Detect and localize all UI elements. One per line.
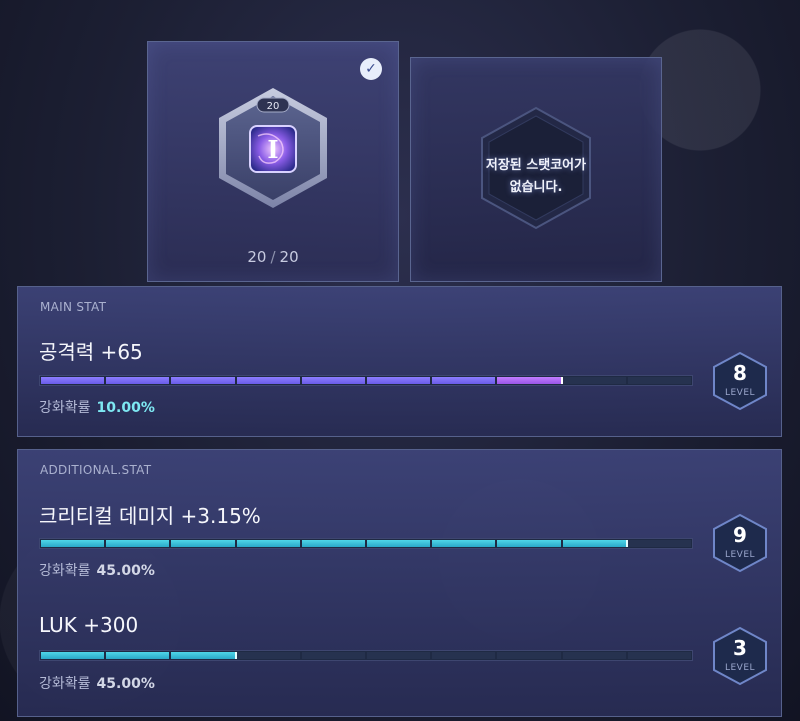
progress-segment <box>236 540 300 547</box>
progress-segment <box>432 540 496 547</box>
additional-stat-probability-1: 강화확률 45.00% <box>39 560 155 580</box>
additional-stat-probability-2: 강화확률 45.00% <box>39 673 155 693</box>
level-number: 8 <box>733 361 747 385</box>
saved-core-slot-empty[interactable]: 저장된 스탯코어가 없습니다. <box>410 57 662 282</box>
level-word: LEVEL <box>724 663 756 673</box>
progress-segment <box>171 377 235 384</box>
additional-stat-panel: ADDITIONAL.STAT 크리티컬 데미지 +3.15% 강화확률 45.0… <box>17 449 782 717</box>
progress-segment <box>301 540 366 547</box>
level-word: LEVEL <box>724 550 756 560</box>
main-stat-level-badge: 8 LEVEL <box>710 351 770 411</box>
checkmark-icon: ✓ <box>360 58 382 80</box>
core-emblem: I 20 <box>213 84 333 216</box>
progress-segment <box>301 652 366 659</box>
progress-segment <box>627 652 692 659</box>
empty-slot-line-2: 없습니다. <box>509 180 563 195</box>
level-word: LEVEL <box>724 388 756 398</box>
progress-segment <box>627 377 692 384</box>
core-level-tag: 20 <box>267 101 280 112</box>
progress-segment <box>41 540 105 547</box>
core-count-separator: / <box>270 248 276 266</box>
main-stat-progress-bar <box>39 375 693 386</box>
probability-value: 45.00% <box>96 563 155 579</box>
probability-value: 45.00% <box>96 676 155 692</box>
core-count-max: 20 <box>279 248 299 266</box>
progress-segment <box>106 377 170 384</box>
additional-stat-level-badge-1: 9 LEVEL <box>710 513 770 573</box>
additional-stat-progress-bar-2 <box>39 650 693 661</box>
progress-segment <box>497 540 561 547</box>
progress-segment <box>236 652 300 659</box>
level-number: 9 <box>733 523 747 547</box>
progress-segment <box>41 377 105 384</box>
additional-stat-label-2: LUK +300 <box>39 613 139 637</box>
additional-stat-progress-bar-1 <box>39 538 693 549</box>
additional-stat-label-1: 크리티컬 데미지 +3.15% <box>39 504 261 528</box>
progress-segment <box>562 652 626 659</box>
progress-segment <box>367 377 431 384</box>
stat-core-slot[interactable]: ✓ I 20 20 / 20 <box>147 41 399 282</box>
core-count: 20/20 <box>148 248 398 266</box>
hexagon-frame-icon: I 20 <box>219 88 327 208</box>
core-count-current: 20 <box>247 248 267 266</box>
additional-stat-title: ADDITIONAL.STAT <box>40 463 152 477</box>
core-glyph: I <box>267 135 278 164</box>
main-stat-probability: 강화확률 10.00% <box>39 397 155 417</box>
main-stat-title: MAIN STAT <box>40 300 107 314</box>
progress-segment <box>432 377 496 384</box>
progress-segment <box>41 652 105 659</box>
progress-segment <box>106 652 170 659</box>
progress-segment <box>171 540 235 547</box>
empty-slot-line-1: 저장된 스탯코어가 <box>485 158 587 173</box>
level-number: 3 <box>733 636 747 660</box>
main-stat-label: 공격력 +65 <box>39 340 143 364</box>
progress-segment <box>562 377 626 384</box>
progress-segment <box>497 652 561 659</box>
empty-slot-message: 저장된 스탯코어가 없습니다. <box>411 155 661 199</box>
progress-segment <box>106 540 170 547</box>
probability-label: 강화확률 <box>39 563 91 579</box>
progress-segment <box>367 652 431 659</box>
probability-label: 강화확률 <box>39 676 91 692</box>
progress-segment <box>432 652 496 659</box>
progress-segment <box>627 540 692 547</box>
additional-stat-level-badge-2: 3 LEVEL <box>710 626 770 686</box>
progress-segment <box>562 540 626 547</box>
progress-segment <box>171 652 235 659</box>
progress-segment <box>497 377 561 384</box>
progress-segment <box>367 540 431 547</box>
progress-segment <box>236 377 300 384</box>
main-stat-panel: MAIN STAT 공격력 +65 강화확률 10.00% 8 LEVEL <box>17 286 782 437</box>
progress-segment <box>301 377 366 384</box>
probability-label: 강화확률 <box>39 400 91 416</box>
probability-value: 10.00% <box>96 400 155 416</box>
